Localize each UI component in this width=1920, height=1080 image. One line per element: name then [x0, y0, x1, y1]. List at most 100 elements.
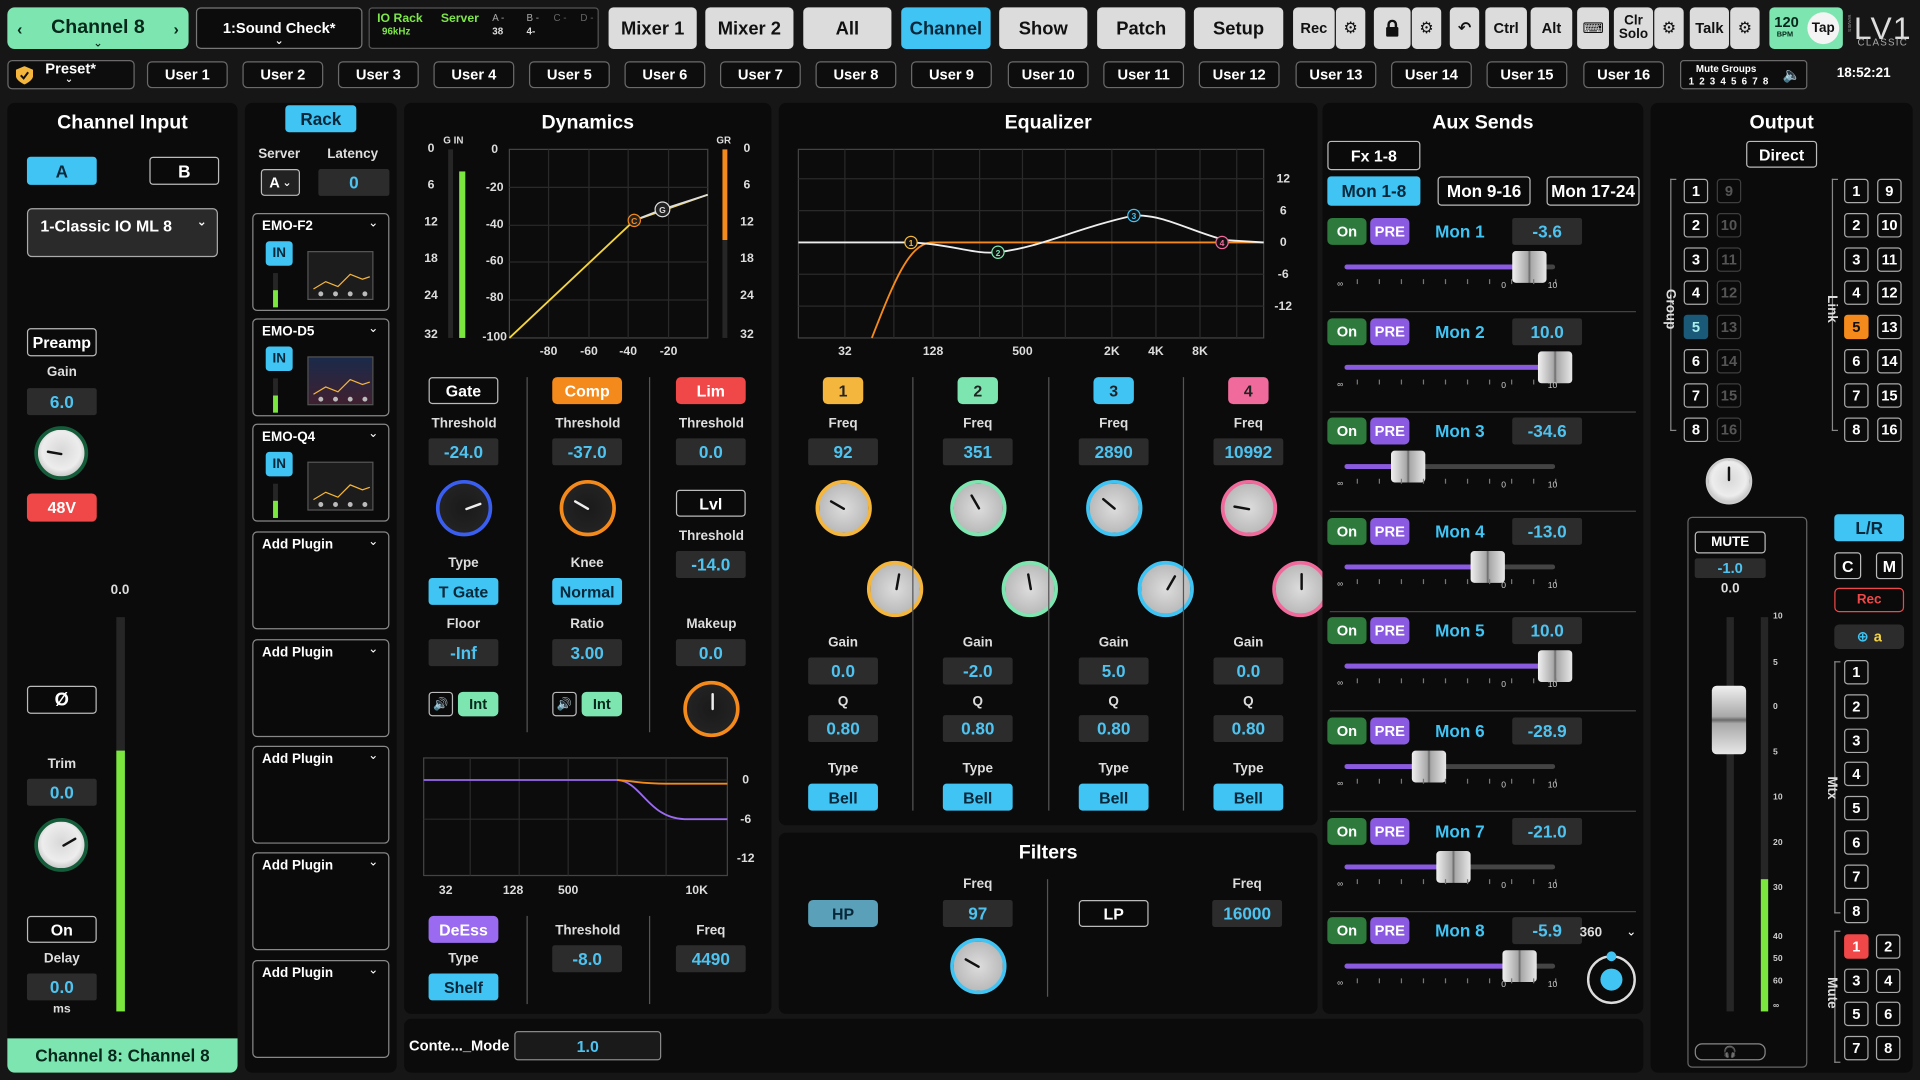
- user-button-8[interactable]: User 8: [815, 61, 897, 89]
- aux-send-handle[interactable]: [1470, 550, 1505, 583]
- matrix-button[interactable]: 3: [1844, 728, 1869, 753]
- eq-band-1-q[interactable]: 0.80: [808, 715, 878, 743]
- chevron-down-icon[interactable]: ⌄: [368, 427, 378, 440]
- group-button[interactable]: 6: [1683, 348, 1709, 374]
- chevron-down-icon[interactable]: ⌄: [368, 535, 378, 548]
- link-button[interactable]: 6: [1844, 348, 1869, 374]
- link-button[interactable]: 2: [1844, 212, 1869, 238]
- eq-band-3-gain[interactable]: 5.0: [1078, 657, 1149, 685]
- aux-send-handle[interactable]: [1436, 850, 1471, 883]
- link-button[interactable]: 12: [1877, 280, 1902, 306]
- plugin-slot[interactable]: EMO-F2 ⌄ IN: [252, 213, 390, 312]
- eq-band-1-freq[interactable]: 92: [808, 438, 878, 466]
- mute-group-button[interactable]: 4: [1875, 967, 1901, 993]
- eq-band-1-gain-knob[interactable]: [866, 560, 924, 618]
- preset-selector[interactable]: Preset* ⌄: [7, 60, 135, 90]
- output-fader-handle[interactable]: [1711, 685, 1747, 755]
- aux-send-value[interactable]: -28.9: [1512, 717, 1583, 745]
- aux-send-handle[interactable]: [1512, 251, 1547, 283]
- mono-bus-button[interactable]: M: [1875, 552, 1903, 580]
- eq-band-4-type[interactable]: Bell: [1213, 783, 1284, 811]
- aux-send-value[interactable]: -34.6: [1512, 417, 1583, 445]
- rack-button[interactable]: Rack: [285, 105, 357, 133]
- group-button[interactable]: 2: [1683, 212, 1709, 238]
- link-button[interactable]: 1: [1844, 178, 1869, 204]
- chevron-down-icon[interactable]: ⌄: [368, 964, 378, 977]
- user-button-1[interactable]: User 1: [146, 61, 228, 89]
- fx-1-8-tab[interactable]: Fx 1-8: [1327, 140, 1421, 171]
- aux-send-value[interactable]: -21.0: [1512, 817, 1583, 845]
- output-rec-button[interactable]: Rec: [1834, 587, 1905, 613]
- empty-plugin-slot[interactable]: Add Plugin ⌄: [252, 531, 390, 630]
- tab-mixer-2[interactable]: Mixer 2: [705, 7, 794, 49]
- user-button-13[interactable]: User 13: [1295, 61, 1377, 89]
- tempo-panel[interactable]: 120 BPM Tap: [1769, 7, 1843, 49]
- delay-on-button[interactable]: On: [26, 915, 97, 943]
- aux-on-button[interactable]: On: [1327, 217, 1367, 245]
- empty-plugin-slot[interactable]: Add Plugin ⌄: [252, 960, 390, 1058]
- headphone-icon[interactable]: 🎧: [1694, 1043, 1766, 1061]
- chevron-down-icon[interactable]: ⌄: [368, 749, 378, 762]
- eq-band-4-q[interactable]: 0.80: [1213, 715, 1284, 743]
- clr-solo-button[interactable]: Clr Solo: [1613, 7, 1654, 49]
- chevron-down-icon[interactable]: ⌄: [1626, 926, 1636, 939]
- gate-int-button[interactable]: Int: [457, 691, 499, 717]
- eq-band-2-type[interactable]: Bell: [942, 783, 1013, 811]
- phase-invert-button[interactable]: Ø: [26, 685, 97, 714]
- gate-threshold-value[interactable]: -24.0: [428, 438, 499, 466]
- chevron-down-icon[interactable]: ⌄: [368, 322, 378, 335]
- preamp-button[interactable]: Preamp: [26, 328, 97, 357]
- alt-button[interactable]: Alt: [1530, 7, 1573, 49]
- comp-key-listen-icon[interactable]: 🔊: [552, 691, 577, 717]
- lvl-button[interactable]: Lvl: [675, 489, 746, 517]
- aux-on-button[interactable]: On: [1327, 417, 1367, 445]
- user-button-14[interactable]: User 14: [1391, 61, 1472, 89]
- mute-groups-panel[interactable]: Mute Groups 1 2 3 4 5 6 7 8 🔈: [1680, 60, 1808, 90]
- eq-band-4-gain-knob[interactable]: [1272, 560, 1329, 618]
- keyboard-icon[interactable]: ⌨: [1577, 7, 1609, 49]
- mon-1-8-tab[interactable]: Mon 1-8: [1327, 176, 1421, 206]
- eq-band-2-gain[interactable]: -2.0: [942, 657, 1013, 685]
- group-button[interactable]: 14: [1716, 348, 1742, 374]
- eq-band-1-button[interactable]: 1: [822, 377, 864, 405]
- user-button-15[interactable]: User 15: [1486, 61, 1568, 89]
- aux-send-handle[interactable]: [1391, 450, 1426, 483]
- matrix-button[interactable]: 2: [1844, 694, 1869, 719]
- link-button[interactable]: 4: [1844, 280, 1869, 306]
- eq-band-1-freq-knob[interactable]: [815, 480, 872, 537]
- aux-on-button[interactable]: On: [1327, 517, 1367, 545]
- lock-icon[interactable]: [1373, 7, 1411, 49]
- mute-group-button[interactable]: 1: [1844, 934, 1869, 959]
- comp-threshold-knob[interactable]: [559, 480, 616, 537]
- user-button-16[interactable]: User 16: [1583, 61, 1665, 89]
- chevron-down-icon[interactable]: ⌄: [368, 217, 378, 230]
- group-button[interactable]: 10: [1716, 212, 1742, 238]
- link-button[interactable]: 16: [1877, 417, 1902, 442]
- aux-on-button[interactable]: On: [1327, 617, 1367, 645]
- comp-knee-button[interactable]: Normal: [552, 577, 623, 605]
- group-button[interactable]: 13: [1716, 314, 1742, 340]
- group-button[interactable]: 7: [1683, 383, 1709, 408]
- gear-icon[interactable]: ⚙: [1411, 7, 1442, 49]
- group-button[interactable]: 11: [1716, 246, 1742, 272]
- aux-send-value[interactable]: -5.9: [1512, 917, 1583, 945]
- aux-pre-button[interactable]: PRE: [1370, 817, 1410, 845]
- user-button-12[interactable]: User 12: [1198, 61, 1280, 89]
- group-button[interactable]: 15: [1716, 383, 1742, 408]
- eq-band-2-freq-knob[interactable]: [950, 480, 1007, 537]
- eq-band-4-gain[interactable]: 0.0: [1213, 657, 1284, 685]
- hp-freq-value[interactable]: 97: [942, 900, 1013, 927]
- matrix-button[interactable]: 1: [1844, 660, 1869, 685]
- comp-ratio-value[interactable]: 3.00: [552, 639, 623, 667]
- user-button-2[interactable]: User 2: [242, 61, 324, 89]
- aux-send-handle[interactable]: [1537, 650, 1573, 683]
- matrix-button[interactable]: 4: [1844, 762, 1869, 787]
- lim-threshold-value[interactable]: 0.0: [675, 438, 746, 466]
- aux-pre-button[interactable]: PRE: [1370, 717, 1410, 745]
- tab-patch[interactable]: Patch: [1097, 7, 1186, 49]
- eq-band-4-button[interactable]: 4: [1228, 377, 1269, 405]
- dynamics-transfer-graph[interactable]: C G 0 -20 -40 -60 -80 -100 -80 -60 -40 -20: [473, 137, 718, 365]
- tab-mixer-1[interactable]: Mixer 1: [608, 7, 697, 49]
- mute-group-button[interactable]: 2: [1875, 934, 1901, 959]
- server-select[interactable]: A ⌄: [260, 168, 301, 196]
